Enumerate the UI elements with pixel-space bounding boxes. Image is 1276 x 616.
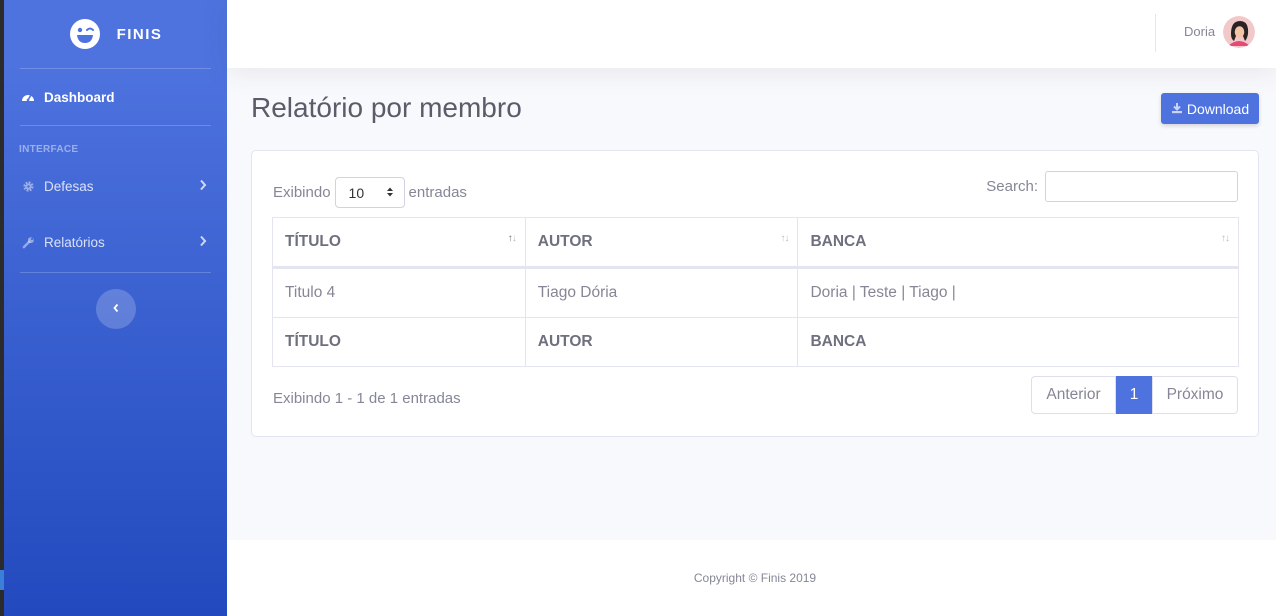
- chevron-left-icon: [112, 300, 120, 318]
- length-control: Exibindo 10 entradas: [273, 177, 467, 208]
- column-header-label: BANCA: [810, 233, 867, 250]
- gear-icon: [20, 178, 36, 194]
- table-cell: Doria | Teste | Tiago |: [797, 267, 1239, 318]
- search-input[interactable]: [1045, 171, 1238, 202]
- sidebar-heading: INTERFACE: [19, 144, 79, 155]
- wrench-icon: [20, 234, 36, 250]
- sidebar-brand[interactable]: FINIS: [4, 0, 227, 68]
- copyright-text: Copyright © Finis 2019: [693, 571, 817, 585]
- column-footer-titulo: TÍTULO: [272, 317, 526, 367]
- table-header-row: TÍTULO ↑↓ AUTOR ↑↓ BANCA ↑↓: [272, 217, 1239, 269]
- topbar: Doria: [227, 0, 1276, 68]
- table-info: Exibindo 1 - 1 de 1 entradas: [273, 390, 461, 407]
- column-header-banca[interactable]: BANCA ↑↓: [797, 217, 1239, 269]
- laugh-wink-icon: [69, 18, 101, 50]
- user-name[interactable]: Doria: [1184, 24, 1215, 39]
- table-cell: Titulo 4: [272, 267, 526, 318]
- sidebar-item-label: Defesas: [44, 178, 94, 194]
- footer: Copyright © Finis 2019: [227, 540, 1276, 616]
- sidebar: FINIS Dashboard INTERFACE Defesas Relató…: [4, 0, 227, 616]
- sidebar-item-label: Relatórios: [44, 234, 105, 250]
- topbar-divider: [1155, 14, 1156, 52]
- column-footer-autor: AUTOR: [524, 317, 799, 367]
- sort-caret-icon: [386, 185, 394, 201]
- chevron-right-icon: [199, 235, 207, 250]
- report-card: Exibindo 10 entradas Search: TÍTULO ↑↓ A…: [251, 150, 1259, 437]
- column-header-titulo[interactable]: TÍTULO ↑↓: [272, 217, 526, 269]
- sort-icon: ↑↓: [1221, 233, 1230, 244]
- tachometer-icon: [20, 89, 36, 105]
- page-title: Relatório por membro: [251, 92, 522, 123]
- entries-per-page-value: 10: [348, 184, 365, 201]
- sidebar-item-relatorios[interactable]: Relatórios: [4, 214, 227, 270]
- chevron-right-icon: [199, 179, 207, 194]
- column-header-label: TÍTULO: [285, 233, 341, 250]
- sidebar-divider: [20, 272, 211, 273]
- sidebar-item-label: Dashboard: [44, 89, 115, 105]
- pagination-page-1[interactable]: 1: [1116, 376, 1152, 414]
- table-footer-row: TÍTULO AUTOR BANCA: [272, 317, 1239, 367]
- download-icon: [1171, 101, 1183, 117]
- column-footer-banca: BANCA: [797, 317, 1239, 367]
- pagination: Anterior 1 Próximo: [1031, 376, 1238, 414]
- pagination-next[interactable]: Próximo: [1152, 376, 1238, 414]
- search-label: Search:: [986, 178, 1038, 195]
- avatar[interactable]: [1223, 16, 1255, 48]
- pagination-previous[interactable]: Anterior: [1031, 376, 1116, 414]
- table-cell: Tiago Dória: [524, 267, 799, 318]
- table-row: Titulo 4 Tiago Dória Doria | Teste | Tia…: [272, 267, 1239, 318]
- length-prefix: Exibindo: [273, 184, 331, 201]
- report-table: TÍTULO ↑↓ AUTOR ↑↓ BANCA ↑↓ Titulo 4 Tia…: [272, 217, 1239, 367]
- sort-asc-icon: ↑↓: [507, 233, 517, 244]
- sidebar-item-defesas[interactable]: Defesas: [4, 158, 227, 214]
- sort-icon: ↑↓: [780, 233, 789, 244]
- sidebar-toggle-button[interactable]: [95, 289, 136, 329]
- brand-name: FINIS: [116, 25, 163, 43]
- column-header-autor[interactable]: AUTOR ↑↓: [524, 217, 799, 269]
- entries-per-page-select[interactable]: 10: [334, 177, 405, 208]
- sidebar-item-dashboard[interactable]: Dashboard: [4, 69, 227, 125]
- length-suffix: entradas: [408, 184, 467, 201]
- search-control: Search:: [986, 171, 1238, 202]
- download-label: Download: [1186, 100, 1250, 117]
- column-header-label: AUTOR: [537, 233, 593, 250]
- download-button[interactable]: Download: [1161, 93, 1259, 124]
